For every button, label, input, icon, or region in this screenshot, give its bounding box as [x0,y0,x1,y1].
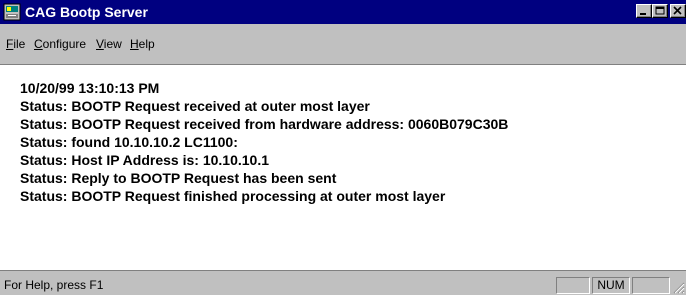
minimize-button[interactable] [636,4,652,18]
maximize-button[interactable] [652,4,668,18]
log-line: Status: Host IP Address is: 10.10.10.1 [20,152,269,168]
log-timestamp: 10/20/99 13:10:13 PM [20,80,160,96]
title-bar[interactable]: CAG Bootp Server [0,0,686,24]
log-line: Status: BOOTP Request received at outer … [20,98,370,114]
menu-bar: File Configure View Help [0,34,686,54]
close-button[interactable] [670,4,686,18]
menu-file[interactable]: File [4,34,27,54]
status-pane-caps [556,277,590,294]
log-list: 10/20/99 13:10:13 PM Status: BOOTP Reque… [20,79,508,205]
status-pane-scroll [632,277,670,294]
minimize-icon [640,13,646,15]
menu-help[interactable]: Help [128,34,157,54]
log-line: Status: found 10.10.10.2 LC1100: [20,134,238,150]
status-bar: For Help, press F1 NUM [0,275,686,295]
status-pane-num: NUM [592,277,630,294]
log-line: Status: BOOTP Request received from hard… [20,116,509,132]
app-window: CAG Bootp Server File Configure View Hel… [0,0,686,295]
menu-view[interactable]: View [94,34,124,54]
resize-grip-icon[interactable] [673,282,685,294]
log-view[interactable]: 10/20/99 13:10:13 PM Status: BOOTP Reque… [0,64,686,271]
maximize-icon [655,6,665,15]
server-app-icon[interactable] [3,3,21,21]
log-line: Status: BOOTP Request finished processin… [20,188,446,204]
status-help-text: For Help, press F1 [4,278,104,292]
log-line: Status: Reply to BOOTP Request has been … [20,170,337,186]
close-icon [673,6,682,15]
window-title: CAG Bootp Server [25,4,148,20]
menu-configure[interactable]: Configure [32,34,88,54]
